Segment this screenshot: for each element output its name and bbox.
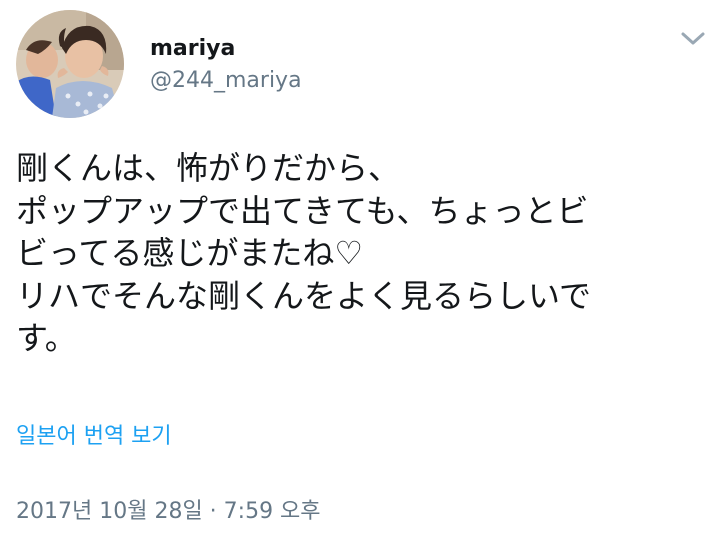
tweet-text-line: ポップアップで出てきても、ちょっとビ	[16, 191, 589, 230]
tweet-text-line: ビってる感じがまたね♡	[16, 234, 364, 272]
translate-tweet-link[interactable]: 일본어 번역 보기	[16, 418, 172, 450]
tweet-text-line: リハでそんな剛くんをよく見るらしいで	[16, 276, 592, 315]
tweet-text: 剛くんは、怖がりだから、 ポップアップで出てきても、ちょっとビ ビってる感じがま…	[16, 147, 706, 360]
author-avatar[interactable]	[16, 10, 124, 118]
author-handle[interactable]: @244_mariya	[150, 68, 302, 93]
tweet-timestamp: 2017년 10월 28일 · 7:59 오후	[16, 499, 321, 524]
tweet-text-line: す。	[16, 319, 77, 357]
tweet-text-line: 剛くんは、怖がりだから、	[16, 149, 401, 187]
author-display-name[interactable]: mariya	[150, 36, 235, 61]
tweet-card: mariya @244_mariya 剛くんは、怖がりだから、 ポップアップで出…	[0, 0, 720, 535]
profile-photo-icon	[16, 10, 124, 118]
chevron-down-icon[interactable]	[676, 22, 710, 56]
